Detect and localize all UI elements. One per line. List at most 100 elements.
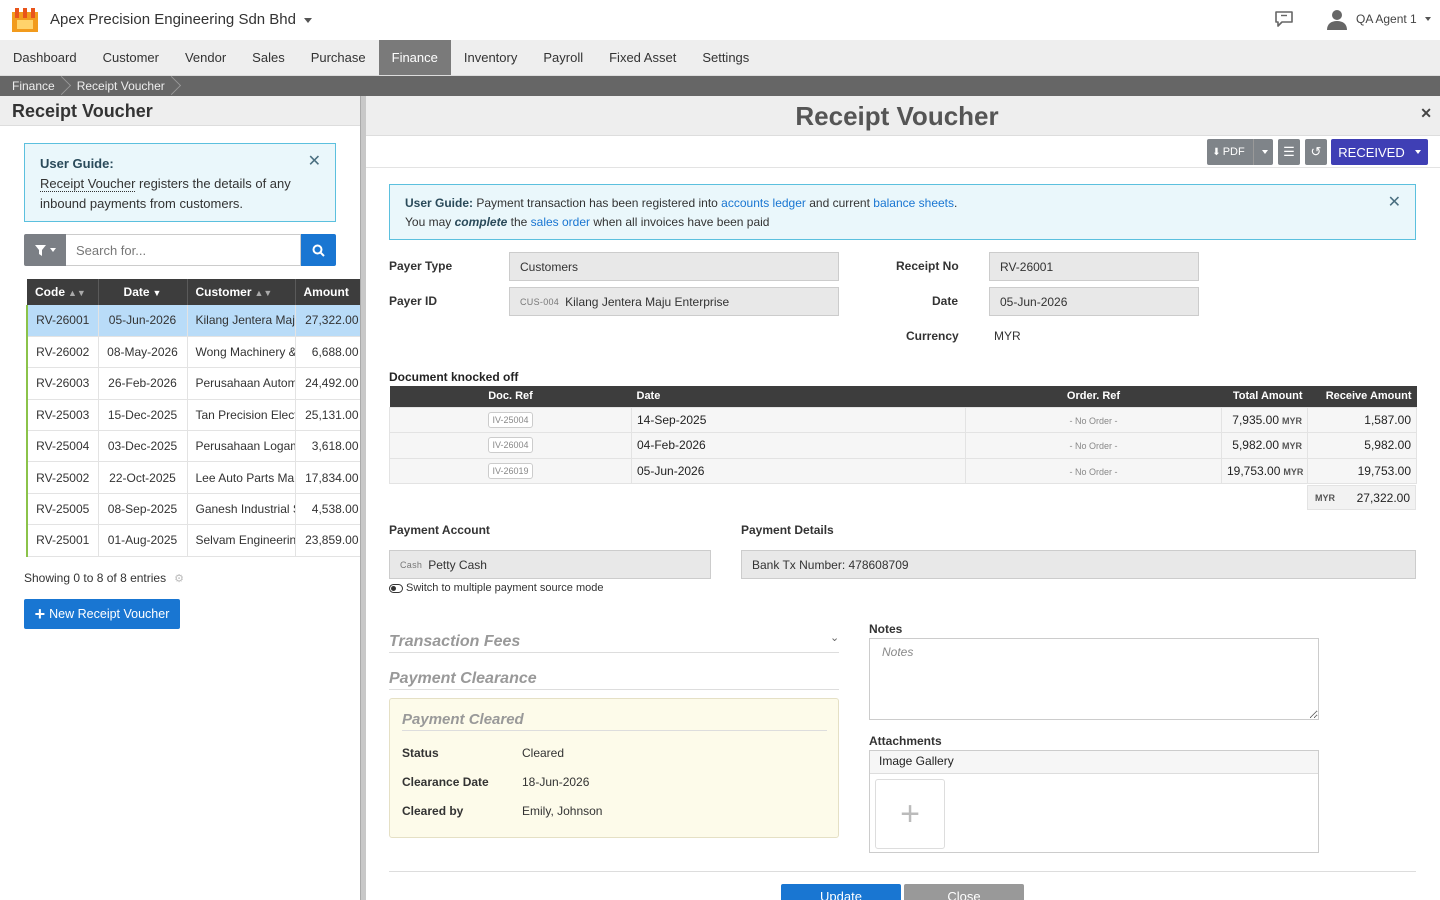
cell-date: 08-Sep-2025 (98, 493, 188, 526)
cell-date: 04-Feb-2026 (631, 432, 966, 459)
chevron-down-icon (1261, 150, 1268, 154)
breadcrumb-finance[interactable]: Finance (0, 76, 65, 96)
table-row[interactable]: RV-2500222-Oct-2025Lee Auto Parts Manufa… (26, 461, 360, 494)
menu-fixed-asset[interactable]: Fixed Asset (596, 40, 689, 75)
clearance-date-value: 18-Jun-2026 (522, 775, 590, 789)
payer-type-field[interactable]: Customers (509, 252, 839, 281)
menu-settings[interactable]: Settings (689, 40, 762, 75)
close-icon[interactable]: ✕ (1420, 105, 1432, 122)
cell-date: 05-Jun-2026 (98, 305, 188, 337)
payment-account-label: Payment Account (389, 523, 490, 537)
date-field[interactable]: 05-Jun-2026 (989, 287, 1199, 316)
list-view-button[interactable]: ☰ (1278, 139, 1300, 165)
notes-textarea[interactable] (869, 638, 1319, 720)
cell-doc-ref[interactable]: IV-25004 (389, 406, 632, 433)
payment-account-field[interactable]: Cash Petty Cash (389, 550, 711, 579)
payer-id-field[interactable]: CUS-004 Kilang Jentera Maju Enterprise (509, 287, 839, 316)
table-row[interactable]: RV-2500508-Sep-2025Ganesh Industrial Sup… (26, 493, 360, 526)
cell-total-amount: 19,753.00 MYR (1221, 457, 1308, 484)
history-button[interactable]: ↺ (1305, 139, 1327, 165)
table-row[interactable]: RV-2600326-Feb-2026Perusahaan Automasi24… (26, 367, 360, 400)
status-value: Cleared (522, 746, 565, 760)
cell-customer: Selvam Engineering Works (187, 524, 296, 557)
clearance-date-label: Clearance Date (402, 775, 489, 789)
cleared-by-value: Emily, Johnson (522, 804, 603, 818)
new-receipt-voucher-button[interactable]: + New Receipt Voucher (24, 599, 180, 629)
cell-amount: 4,538.00 (295, 493, 360, 526)
cell-customer: Tan Precision Electronics (187, 399, 296, 432)
cell-receive-amount: 19,753.00 (1307, 457, 1417, 484)
chevron-down-icon (1414, 150, 1421, 154)
menu-customer[interactable]: Customer (90, 40, 172, 75)
cell-doc-ref[interactable]: IV-26004 (389, 432, 632, 459)
user-menu[interactable]: QA Agent 1 (1326, 6, 1431, 32)
sales-order-link[interactable]: sales order (531, 215, 590, 229)
gear-icon[interactable]: ⚙ (174, 572, 184, 585)
table-row[interactable]: RV-2600105-Jun-2026Kilang Jentera Maju E… (26, 305, 360, 337)
cell-code: RV-25002 (26, 461, 99, 494)
table-row[interactable]: RV-2600208-May-2026Wong Machinery & Tool… (26, 336, 360, 369)
table-row[interactable]: RV-25004 03-Dec-2025 Perusahaan Logam 3,618… (26, 430, 360, 463)
column-header-date[interactable]: Date ▼ (98, 279, 188, 305)
multiple-payment-source-toggle[interactable]: Switch to multiple payment source mode (389, 582, 603, 594)
detail-toolbar: ⬇ PDF ☰ ↺ RECEIVED (366, 136, 1440, 168)
menu-sales[interactable]: Sales (239, 40, 298, 75)
cell-customer: Wong Machinery & Tools (187, 336, 296, 369)
cleared-by-label: Cleared by (402, 804, 464, 818)
column-header-order-ref: Order. Ref (965, 386, 1222, 407)
breadcrumb-receipt-voucher[interactable]: Receipt Voucher (65, 76, 175, 96)
cell-date: 22-Oct-2025 (98, 461, 188, 494)
cell-amount: 24,492.00 (295, 367, 360, 400)
menu-inventory[interactable]: Inventory (451, 40, 530, 75)
table-row[interactable]: RV-2500101-Aug-2025Selvam Engineering Wo… (26, 524, 360, 557)
menu-vendor[interactable]: Vendor (172, 40, 239, 75)
balance-sheets-link[interactable]: balance sheets (873, 196, 954, 210)
search-button[interactable] (301, 234, 336, 266)
add-image-button[interactable]: + (875, 779, 945, 849)
cell-receive-amount: 1,587.00 (1307, 406, 1417, 433)
currency-value: MYR (994, 329, 1021, 343)
cell-customer: Perusahaan Logam (187, 430, 296, 463)
receipt-no-label: Receipt No (896, 259, 959, 273)
payment-details-field[interactable]: Bank Tx Number: 478608709 (741, 550, 1416, 579)
attachments-box: Image Gallery + (869, 750, 1319, 853)
cell-doc-ref[interactable]: IV-26019 (389, 457, 632, 484)
menu-finance[interactable]: Finance (378, 40, 451, 75)
cell-order-ref: - No Order - (965, 432, 1222, 459)
column-header-code[interactable]: Code ▲▼ (27, 279, 99, 305)
column-header-amount[interactable]: Amount (295, 279, 360, 305)
close-icon[interactable]: ✕ (1388, 193, 1401, 212)
cell-date: 05-Jun-2026 (631, 457, 966, 484)
transaction-fees-header[interactable]: Transaction Fees (389, 633, 839, 653)
update-button[interactable]: Update (781, 884, 901, 900)
divider (389, 871, 1416, 872)
column-header-customer[interactable]: Customer ▲▼ (187, 279, 296, 305)
guide-link[interactable]: Receipt Voucher (40, 176, 136, 192)
currency-label: Currency (906, 329, 959, 343)
chat-icon[interactable] (1274, 10, 1294, 28)
receipt-no-field[interactable]: RV-26001 (989, 252, 1199, 281)
notes-label: Notes (869, 622, 903, 636)
payment-details-label: Payment Details (741, 523, 834, 537)
main-menu: Dashboard Customer Vendor Sales Purchase… (0, 40, 1440, 76)
close-icon[interactable]: ✕ (308, 152, 321, 172)
document-row: IV-26019 05-Jun-2026- No Order -19,753.00… (389, 457, 1417, 484)
accounts-ledger-link[interactable]: accounts ledger (721, 196, 806, 210)
column-header-total-amount: Total Amount (1221, 386, 1308, 407)
cell-code: RV-25004 (26, 430, 99, 463)
chevron-double-down-icon[interactable]: ⌄ (830, 631, 839, 644)
payment-cleared-box: Payment Cleared Status Cleared Clearance… (389, 698, 839, 838)
search-input[interactable] (66, 234, 301, 266)
status-button[interactable]: RECEIVED (1331, 139, 1428, 165)
menu-purchase[interactable]: Purchase (298, 40, 379, 75)
pdf-button[interactable]: ⬇ PDF (1207, 139, 1273, 165)
company-name: Apex Precision Engineering Sdn Bhd (50, 11, 296, 28)
column-header-date: Date (631, 386, 966, 407)
close-button[interactable]: Close (904, 884, 1024, 900)
menu-dashboard[interactable]: Dashboard (0, 40, 90, 75)
filter-button[interactable] (24, 234, 66, 266)
menu-payroll[interactable]: Payroll (530, 40, 596, 75)
image-gallery-header: Image Gallery (870, 751, 1318, 774)
company-switcher[interactable]: Apex Precision Engineering Sdn Bhd (50, 11, 312, 28)
table-row[interactable]: RV-2500315-Dec-2025Tan Precision Electro… (26, 399, 360, 432)
